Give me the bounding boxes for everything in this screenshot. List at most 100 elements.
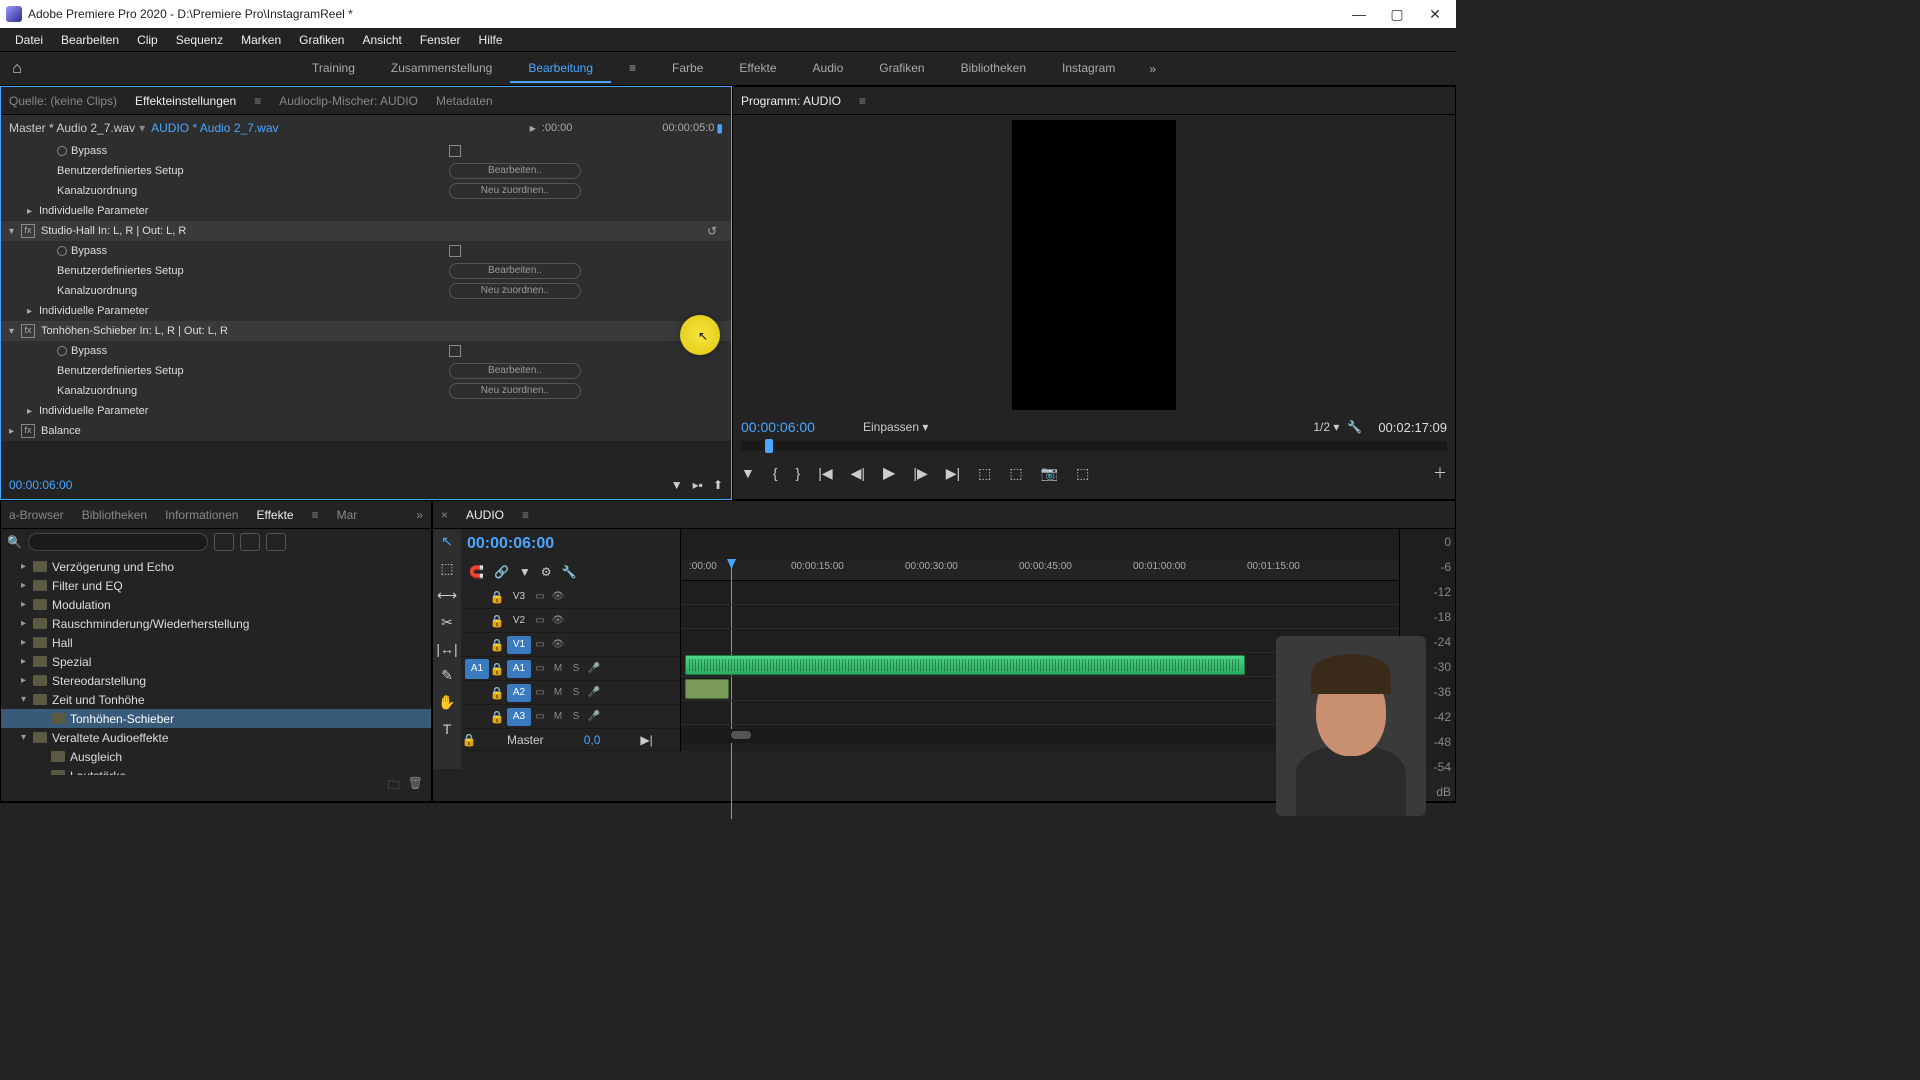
mute-button[interactable]: M [549,663,567,674]
fit-dropdown[interactable]: Einpassen ▾ [863,420,928,434]
voiceover-icon[interactable]: 🎤 [585,663,603,674]
export-icon[interactable]: ⬆ [713,478,723,492]
step-back-icon[interactable]: ◀| [851,465,865,482]
export-frame-icon[interactable]: 📷 [1041,465,1058,482]
panel-menu-icon[interactable]: ≡ [857,94,868,108]
program-tab[interactable]: Programm: AUDIO [739,94,843,108]
ws-grafiken[interactable]: Grafiken [861,55,942,83]
tonhoehen-title[interactable]: Tonhöhen-Schieber In: L, R | Out: L, R [41,325,707,337]
balance-title[interactable]: Balance [41,425,81,437]
tab-effekte[interactable]: Effekte [254,508,295,522]
track-v2[interactable]: V2 [507,612,531,630]
studio-hall-title[interactable]: Studio-Hall In: L, R | Out: L, R [41,225,707,237]
resolution-dropdown[interactable]: 1/2 ▾ [1313,420,1339,434]
menu-marken[interactable]: Marken [232,33,290,47]
twirl-icon[interactable]: ▸ [27,306,39,317]
panel-menu-icon[interactable]: ≡ [252,94,263,108]
tree-item[interactable]: ▸Verzögerung und Echo [1,557,431,576]
razor-tool-icon[interactable]: ✂ [441,614,453,631]
tree-item[interactable]: Ausgleich [1,747,431,766]
ws-training[interactable]: Training [294,55,373,83]
twirl-icon[interactable]: ▾ [9,326,21,337]
fx-badge-icon[interactable]: fx [21,424,35,438]
ruler-playhead-icon[interactable]: ▮ [716,121,723,135]
audio-clip-a2[interactable] [685,679,729,699]
menu-clip[interactable]: Clip [128,33,167,47]
lock-icon[interactable]: 🔒 [489,638,505,652]
goto-in-icon[interactable]: |◀ [818,465,832,482]
menu-grafiken[interactable]: Grafiken [290,33,353,47]
menu-fenster[interactable]: Fenster [411,33,470,47]
wrench-icon[interactable]: 🔧 [562,565,577,579]
time-ruler[interactable]: :00:00 00:00:15:00 00:00:30:00 00:00:45:… [681,559,1399,581]
track-a2[interactable]: A2 [507,684,531,702]
track-a1[interactable]: A1 [507,660,531,678]
tree-item[interactable]: ▾Zeit und Tonhöhe [1,690,431,709]
tab-metadaten[interactable]: Metadaten [434,94,495,108]
eye-icon[interactable]: 👁 [549,615,567,626]
edit-button[interactable]: Bearbeiten.. [449,263,581,279]
toggle-output-icon[interactable]: ▭ [531,615,549,626]
edit-button[interactable]: Bearbeiten.. [449,363,581,379]
ws-bibliotheken[interactable]: Bibliotheken [943,55,1044,83]
snap-icon[interactable]: 🧲 [469,565,484,579]
eye-icon[interactable]: 👁 [549,591,567,602]
program-viewport[interactable] [733,115,1455,415]
panel-menu-icon[interactable]: ≡ [310,508,321,522]
search-icon[interactable]: 🔍 [7,535,22,549]
tab-bibliotheken[interactable]: Bibliotheken [80,508,149,522]
solo-button[interactable]: S [567,663,585,674]
sequence-tab[interactable]: AUDIO [464,508,506,522]
play-only-icon[interactable]: ▸▪ [693,478,703,492]
clip-dropdown-icon[interactable]: ▾ [139,121,145,135]
tab-audioclip-mischer[interactable]: Audioclip-Mischer: AUDIO [277,94,420,108]
twirl-icon[interactable]: ▾ [9,226,21,237]
mute-button[interactable]: M [549,687,567,698]
edit-button[interactable]: Bearbeiten.. [449,163,581,179]
effects-search-input[interactable] [28,533,208,551]
ws-menu-icon[interactable]: ≡ [611,55,654,83]
maximize-button[interactable]: ▢ [1388,6,1406,23]
menu-datei[interactable]: Datei [6,33,52,47]
pen-tool-icon[interactable]: ✎ [441,667,453,684]
lane-v3[interactable] [681,581,1399,605]
bypass-checkbox[interactable] [449,145,461,157]
tree-item[interactable]: ▸Hall [1,633,431,652]
track-v1[interactable]: V1 [507,636,531,654]
settings-icon[interactable]: ⚙ [541,565,552,579]
tab-informationen[interactable]: Informationen [163,508,240,522]
ws-instagram[interactable]: Instagram [1044,55,1133,83]
workspace-overflow-icon[interactable]: » [1149,62,1156,76]
lock-icon[interactable]: 🔒 [489,614,505,628]
tab-browser[interactable]: a-Browser [7,508,66,522]
track-v3[interactable]: V3 [507,588,531,606]
tree-item[interactable]: Tonhöhen-Schieber [1,709,431,728]
close-button[interactable]: ✕ [1426,6,1444,23]
twirl-icon[interactable]: ▸ [27,206,39,217]
new-bin-icon[interactable]: 🗀 [388,776,400,797]
fx-badge-icon[interactable]: fx [21,324,35,338]
track-select-tool-icon[interactable]: ⬚ [440,560,453,577]
marker-add-icon[interactable]: ▼ [741,465,755,481]
preset-yuv-icon[interactable] [266,533,286,551]
toggle-output-icon[interactable]: ▭ [531,639,549,650]
menu-bearbeiten[interactable]: Bearbeiten [52,33,128,47]
neuzuordnen-button[interactable]: Neu zuordnen.. [449,183,581,199]
neuzuordnen-button[interactable]: Neu zuordnen.. [449,283,581,299]
panel-menu-icon[interactable]: ≡ [520,508,531,522]
fx-badge-icon[interactable]: fx [21,224,35,238]
bypass-checkbox[interactable] [449,245,461,257]
wrench-icon[interactable]: 🔧 [1347,420,1362,434]
scroll-thumb[interactable] [731,731,751,739]
master-value[interactable]: 0,0 [584,733,601,747]
tree-item[interactable]: ▸Rauschminderung/Wiederherstellung [1,614,431,633]
keyframe-toggle-icon[interactable] [57,346,67,356]
mark-out-icon[interactable]: } [796,465,801,481]
marker-icon[interactable]: ▼ [519,565,531,579]
toggle-output-icon[interactable]: ▭ [531,591,549,602]
master-clip-label[interactable]: Master * Audio 2_7.wav [9,121,135,135]
ws-audio[interactable]: Audio [795,55,862,83]
neuzuordnen-button[interactable]: Neu zuordnen.. [449,383,581,399]
lift-icon[interactable]: ⬚ [978,465,991,482]
twirl-icon[interactable]: ▸ [27,406,39,417]
